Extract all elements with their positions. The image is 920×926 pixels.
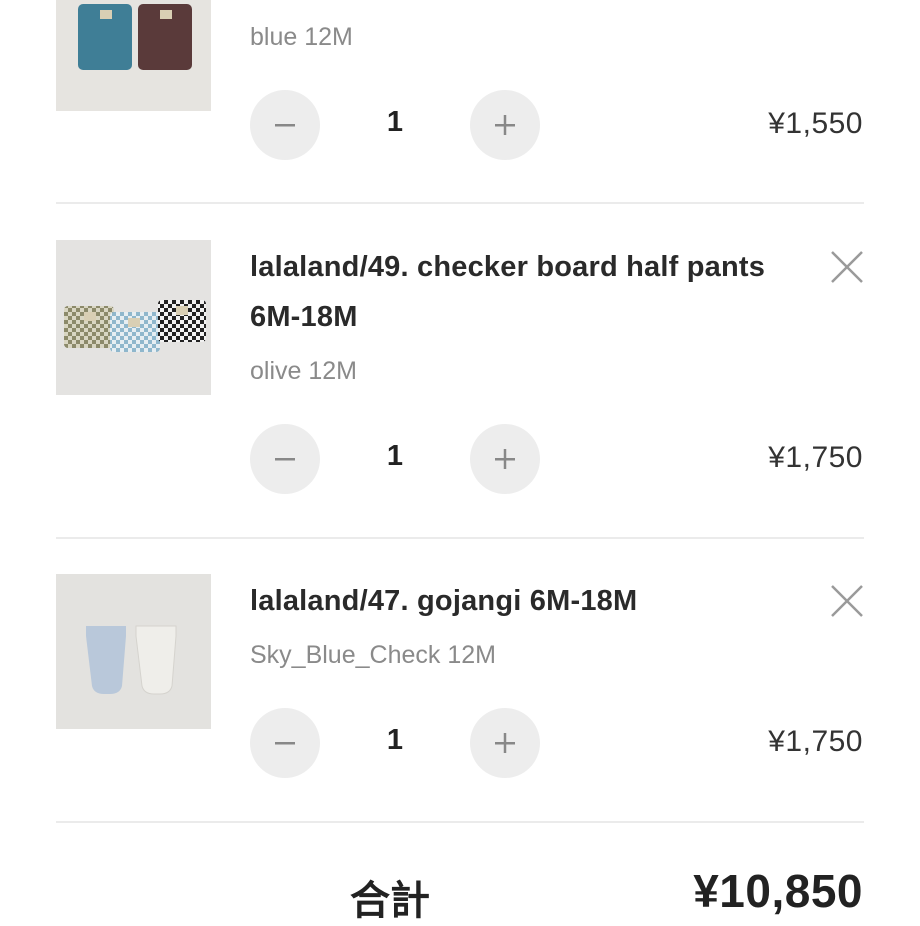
increment-button[interactable] xyxy=(470,708,540,778)
minus-icon xyxy=(275,458,295,461)
decrement-button[interactable] xyxy=(250,90,320,160)
quantity-value: 1 xyxy=(386,724,404,756)
increment-button[interactable] xyxy=(470,424,540,494)
close-icon xyxy=(831,251,863,283)
remove-item-button[interactable] xyxy=(828,582,866,620)
item-variant: olive 12M xyxy=(250,357,357,385)
item-price: ¥1,550 xyxy=(768,107,863,140)
item-variant: blue 12M xyxy=(250,23,353,51)
minus-icon xyxy=(275,124,295,127)
product-thumbnail[interactable] xyxy=(56,0,211,111)
product-thumbnail[interactable] xyxy=(56,240,211,395)
divider xyxy=(56,821,864,823)
plus-icon xyxy=(495,115,515,135)
product-thumbnail[interactable] xyxy=(56,574,211,729)
item-title[interactable]: lalaland/49. checker board half pants 6M… xyxy=(250,242,810,342)
plus-icon xyxy=(495,449,515,469)
increment-button[interactable] xyxy=(470,90,540,160)
item-title-line: lalaland/49. checker board half pants xyxy=(250,251,766,283)
quantity-value: 1 xyxy=(386,106,404,138)
decrement-button[interactable] xyxy=(250,424,320,494)
decrement-button[interactable] xyxy=(250,708,320,778)
item-title-line: lalaland/47. gojangi 6M-18M xyxy=(250,585,638,617)
item-price: ¥1,750 xyxy=(768,441,863,474)
total-label: 合計 xyxy=(350,879,430,923)
total-value: ¥10,850 xyxy=(693,865,863,917)
divider xyxy=(56,537,864,539)
divider xyxy=(56,202,864,204)
close-icon xyxy=(831,585,863,617)
item-variant: Sky_Blue_Check 12M xyxy=(250,641,496,669)
item-price: ¥1,750 xyxy=(768,725,863,758)
item-title[interactable]: lalaland/47. gojangi 6M-18M xyxy=(250,576,810,626)
item-title-line: 6M-18M xyxy=(250,301,358,333)
quantity-value: 1 xyxy=(386,440,404,472)
plus-icon xyxy=(495,733,515,753)
minus-icon xyxy=(275,742,295,745)
remove-item-button[interactable] xyxy=(828,248,866,286)
